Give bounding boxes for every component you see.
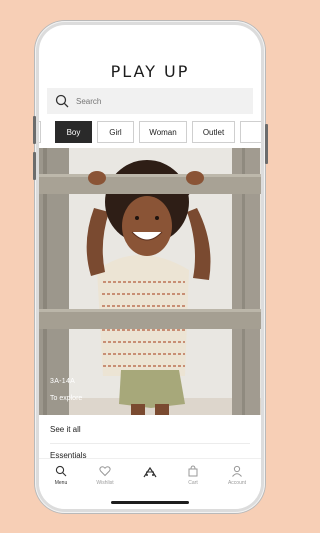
brand-logo: PLAY UP [110, 62, 190, 81]
search-icon [55, 94, 69, 108]
divider [50, 443, 250, 444]
see-all-link[interactable]: See it all [50, 425, 250, 434]
tabbar-wishlist-label: Wishlist [96, 480, 114, 486]
hero-size-label: 3A-14A [50, 378, 76, 385]
home-indicator [111, 501, 189, 504]
tabbar-cart[interactable]: Cart [173, 465, 213, 486]
search-menu-icon [55, 465, 67, 477]
tabbar-menu-label: Menu [54, 480, 68, 486]
tab-boy[interactable]: Boy [55, 121, 92, 143]
hero-photo [39, 148, 261, 415]
power-button [265, 124, 268, 164]
heart-icon [99, 466, 111, 477]
tabbar-account-label: Account [227, 480, 247, 486]
volume-button [33, 116, 36, 144]
hero-cta-label[interactable]: To explore [50, 395, 82, 402]
tabbar-menu[interactable]: Menu [41, 465, 81, 486]
tab-woman-label: Woman [149, 127, 177, 137]
tab-edge-left[interactable] [39, 121, 41, 143]
user-icon [232, 465, 242, 477]
shopping-bag-icon [188, 465, 198, 477]
category-tabs: Boy Girl Woman Outlet [39, 121, 261, 143]
tabbar-home[interactable] [130, 465, 170, 479]
tab-girl[interactable]: Girl [97, 121, 134, 143]
tab-woman[interactable]: Woman [139, 121, 187, 143]
tab-outlet[interactable]: Outlet [192, 121, 235, 143]
brand-mark-icon [143, 466, 157, 478]
tab-girl-label: Girl [109, 127, 122, 137]
volume-button [33, 152, 36, 180]
hero-banner[interactable]: 3A-14A To explore [39, 148, 261, 415]
tabbar-cart-label: Cart [188, 480, 198, 486]
tabbar-wishlist[interactable]: Wishlist [85, 465, 125, 486]
tab-outlet-label: Outlet [202, 127, 225, 137]
app-screen: PLAY UP Boy Girl Woman Outlet [39, 25, 261, 509]
tab-boy-label: Boy [66, 127, 81, 137]
search-input[interactable] [76, 96, 246, 106]
tab-edge-right[interactable] [240, 121, 261, 143]
search-bar[interactable] [47, 88, 253, 114]
tabbar-account[interactable]: Account [217, 465, 257, 486]
